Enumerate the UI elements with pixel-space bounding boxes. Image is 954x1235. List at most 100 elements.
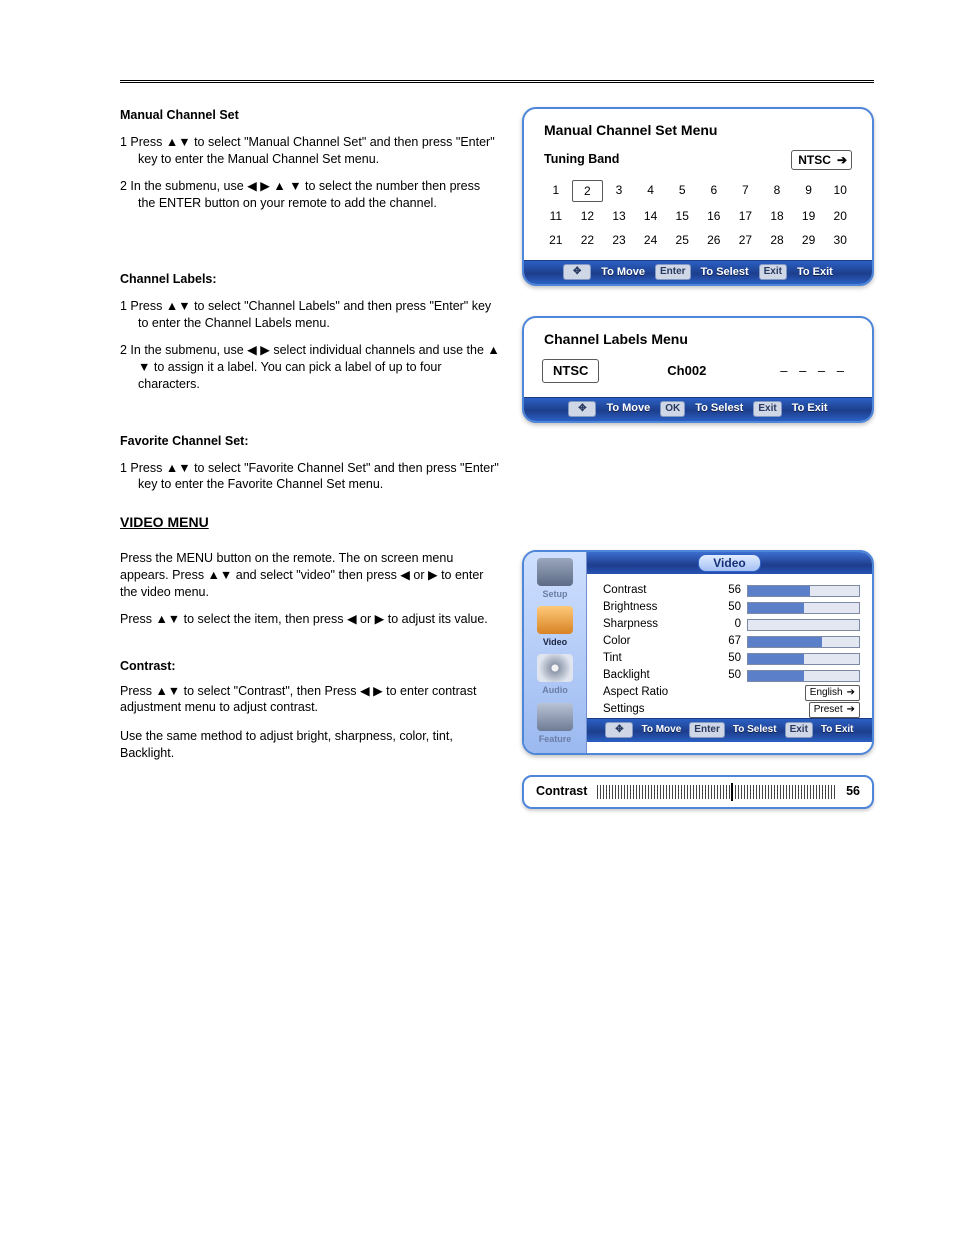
right-arrow-icon: ➔ [847,703,855,717]
video-row-label: Brightness [603,600,715,616]
channel-cell[interactable]: 6 [698,180,730,202]
gear-icon [537,558,573,586]
manual-step1: 1 Press ▲▼ to select "Manual Channel Set… [138,134,500,168]
video-nav: Press ▲▼ to select the item, then press … [120,611,500,628]
channel-cell[interactable]: 7 [730,180,762,202]
right-arrow-icon: ➔ [847,686,855,700]
labels-step2: 2 In the submenu, use ◀ ▶ select individ… [138,342,500,393]
video-row-selector[interactable]: Preset➔ [809,702,860,718]
enter-key-icon: Enter [689,722,725,738]
video-row-value: 56 [715,583,741,599]
contrast-adjust-widget[interactable]: Contrast 56 [522,775,874,809]
channel-grid[interactable]: 1234567891011121314151617181920212223242… [540,180,856,251]
video-row-label: Aspect Ratio [603,685,715,701]
channel-cell[interactable]: 5 [666,180,698,202]
video-row-brightness[interactable]: Brightness50 [603,599,860,616]
manual-channel-panel: Manual Channel Set Menu Tuning Band NTSC… [522,107,874,286]
video-row-aspect-ratio[interactable]: Aspect Ratio English➔ [603,684,860,701]
channel-cell[interactable]: 18 [761,206,793,226]
channel-cell[interactable]: 15 [666,206,698,226]
labels-step1: 1 Press ▲▼ to select "Channel Labels" an… [138,298,500,332]
video-row-label: Contrast [603,583,715,599]
channel-cell[interactable]: 26 [698,230,730,250]
channel-cell[interactable]: 4 [635,180,667,202]
contrast-adjust-note: Use the same method to adjust bright, sh… [120,728,500,762]
video-row-settings[interactable]: Settings Preset➔ [603,701,860,718]
sidebar-item-label: Audio [542,684,568,696]
video-row-sharpness[interactable]: Sharpness0 [603,616,860,633]
channel-cell[interactable]: 16 [698,206,730,226]
channel-cell[interactable]: 27 [730,230,762,250]
video-row-contrast[interactable]: Contrast56 [603,582,860,599]
channel-cell[interactable]: 29 [793,230,825,250]
channel-cell[interactable]: 21 [540,230,572,250]
channel-cell[interactable]: 30 [824,230,856,250]
video-menu-panel: SetupVideoAudioFeature Video Contrast56B… [522,550,874,755]
contrast-widget-track [597,785,836,799]
channel-cell[interactable]: 1 [540,180,572,202]
tuning-band-label: Tuning Band [544,151,619,168]
channel-cell[interactable]: 28 [761,230,793,250]
video-hintbar: ✥To Move EnterTo Selest ExitTo Exit [587,718,872,742]
labels-panel-title: Channel Labels Menu [544,330,858,349]
wrench-icon [537,703,573,731]
channel-cell[interactable]: 9 [793,180,825,202]
sidebar-item-feature[interactable]: Feature [533,703,577,745]
video-row-label: Color [603,634,715,650]
contrast-widget-label: Contrast [536,783,587,800]
channel-cell[interactable]: 14 [635,206,667,226]
panel-hintbar: ✥To Move EnterTo Selest ExitTo Exit [524,260,872,284]
channel-cell[interactable]: 13 [603,206,635,226]
channel-cell[interactable]: 23 [603,230,635,250]
channel-cell[interactable]: 22 [572,230,604,250]
video-row-label: Backlight [603,668,715,684]
tuning-band-selector[interactable]: NTSC ➔ [791,150,852,170]
disc-icon [537,654,573,682]
ok-key-icon: OK [660,401,685,417]
channel-cell[interactable]: 12 [572,206,604,226]
channel-cell[interactable]: 25 [666,230,698,250]
manual-step2: 2 In the submenu, use ◀ ▶ ▲ ▼ to select … [138,178,500,212]
video-row-label: Settings [603,702,715,718]
channel-cell[interactable]: 20 [824,206,856,226]
channel-cell[interactable]: 2 [572,180,604,202]
video-row-value: 67 [715,634,741,650]
channel-cell[interactable]: 11 [540,206,572,226]
video-row-color[interactable]: Color67 [603,633,860,650]
video-row-bar [747,585,860,597]
video-row-selector[interactable]: English➔ [805,685,860,701]
favorite-heading: Favorite Channel Set: [120,433,500,450]
exit-key-icon: Exit [759,264,787,280]
video-row-value: 50 [715,651,741,667]
dpad-icon: ✥ [563,264,591,280]
channel-cell[interactable]: 24 [635,230,667,250]
updown-glyph: ▲▼ [166,135,191,149]
video-row-label: Tint [603,651,715,667]
labels-hintbar: ✥To Move OKTo Selest ExitTo Exit [524,397,872,421]
monitor-icon [537,606,573,634]
channel-cell[interactable]: 17 [730,206,762,226]
contrast-widget-marker [731,783,733,801]
labels-channel: Ch002 [667,362,706,380]
video-row-backlight[interactable]: Backlight50 [603,667,860,684]
video-row-bar [747,670,860,682]
labels-system-box[interactable]: NTSC [542,359,599,383]
favorite-step1: 1 Press ▲▼ to select "Favorite Channel S… [138,460,500,494]
contrast-widget-value: 56 [846,783,860,800]
sidebar-item-label: Feature [539,733,572,745]
enter-key-icon: Enter [655,264,691,280]
video-row-tint[interactable]: Tint50 [603,650,860,667]
sidebar-item-audio[interactable]: Audio [533,654,577,696]
channel-cell[interactable]: 10 [824,180,856,202]
dpad-icon: ✥ [605,722,633,738]
video-sidebar: Setup Video Audio Feature [524,552,587,753]
channel-cell[interactable]: 8 [761,180,793,202]
sidebar-item-setup[interactable]: Setup [533,558,577,600]
channel-cell[interactable]: 19 [793,206,825,226]
labels-placeholder[interactable]: – – – – [774,360,854,382]
sidebar-item-label: Video [543,636,567,648]
sidebar-item-video[interactable]: Video [533,606,577,648]
channel-cell[interactable]: 3 [603,180,635,202]
video-row-bar [747,653,860,665]
video-tab-header: Video [587,552,872,574]
